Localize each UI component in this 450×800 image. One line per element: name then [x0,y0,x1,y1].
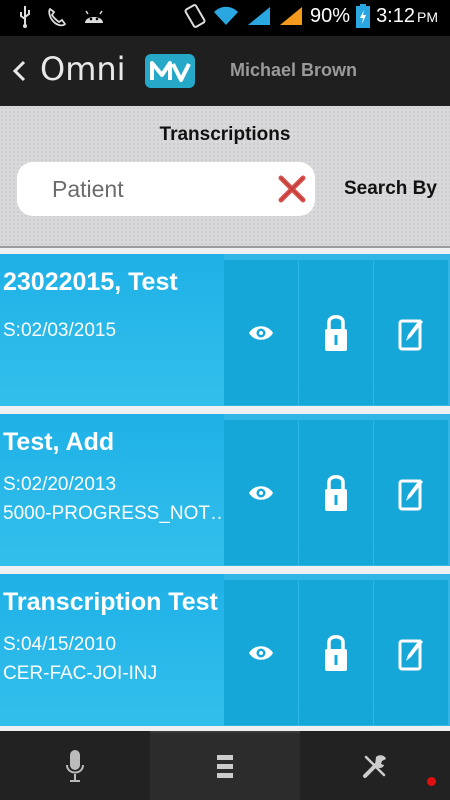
lock-button[interactable] [299,420,373,565]
patient-search-input[interactable] [52,172,272,206]
lock-button[interactable] [299,260,373,405]
transcription-date: S:02/03/2015 [3,320,117,341]
transcription-list: 23022015, Test S:02/03/2015 Test, Add S:… [0,248,450,731]
clear-search-icon[interactable] [277,174,307,204]
search-box [17,162,315,216]
transcription-title: 23022015, Test [3,268,178,296]
edit-button[interactable] [374,420,448,565]
tools-button[interactable] [300,731,450,800]
search-by-button[interactable]: Search By [344,178,437,200]
list-button[interactable] [150,731,300,800]
phone-icon [48,7,67,27]
battery-icon [356,4,371,28]
list-icon [217,754,233,778]
transcription-title: Transcription Test [3,588,218,616]
lock-icon [325,634,347,671]
view-button[interactable] [224,580,298,725]
usb-icon [20,6,30,28]
app-header: Omni Michael Brown [0,36,450,106]
notification-dot [427,777,436,786]
signal-icon [280,7,303,25]
status-bar: 90% 3:12 PM [0,0,450,36]
edit-button[interactable] [374,260,448,405]
microphone-icon [66,749,84,782]
bottom-nav [0,731,450,800]
eye-icon [249,485,273,500]
transcription-note: 5000-PROGRESS_NOT… [3,503,229,524]
lock-icon [325,474,347,511]
lock-button[interactable] [299,580,373,725]
tools-icon [363,754,386,778]
edit-icon [398,638,423,670]
android-icon [85,10,103,23]
list-item[interactable]: 23022015, Test S:02/03/2015 [0,254,450,406]
list-item[interactable]: Test, Add S:02/20/2013 5000-PROGRESS_NOT… [0,414,450,566]
transcription-date: S:04/15/2010 [3,634,117,655]
eye-icon [249,645,273,660]
user-name: Michael Brown [230,60,358,80]
back-arrow-icon[interactable] [8,56,32,86]
eye-icon [249,325,273,340]
transcription-date: S:02/20/2013 [3,474,117,495]
mv-logo-icon [145,54,195,88]
clock: 3:12 PM [376,4,438,27]
lock-icon [325,314,347,351]
view-button[interactable] [224,260,298,405]
edit-icon [398,478,423,510]
transcription-info[interactable]: Transcription Test S:04/15/2010 CER-FAC-… [0,574,224,726]
edit-icon [398,318,423,350]
search-panel: Transcriptions Search By [0,106,450,248]
dictate-button[interactable] [0,731,150,800]
vibrate-icon [184,4,206,28]
signal-icon [248,7,271,25]
app-logo-text: Omni [40,50,126,88]
edit-button[interactable] [374,580,448,725]
view-button[interactable] [224,420,298,565]
transcription-info[interactable]: 23022015, Test S:02/03/2015 [0,254,224,406]
wifi-icon [214,6,239,25]
transcription-info[interactable]: Test, Add S:02/20/2013 5000-PROGRESS_NOT… [0,414,229,566]
list-item[interactable]: Transcription Test S:04/15/2010 CER-FAC-… [0,574,450,726]
battery-percent: 90% [310,4,351,27]
transcription-note: CER-FAC-JOI-INJ [3,663,158,684]
page-title: Transcriptions [159,124,291,145]
transcription-title: Test, Add [3,428,115,456]
